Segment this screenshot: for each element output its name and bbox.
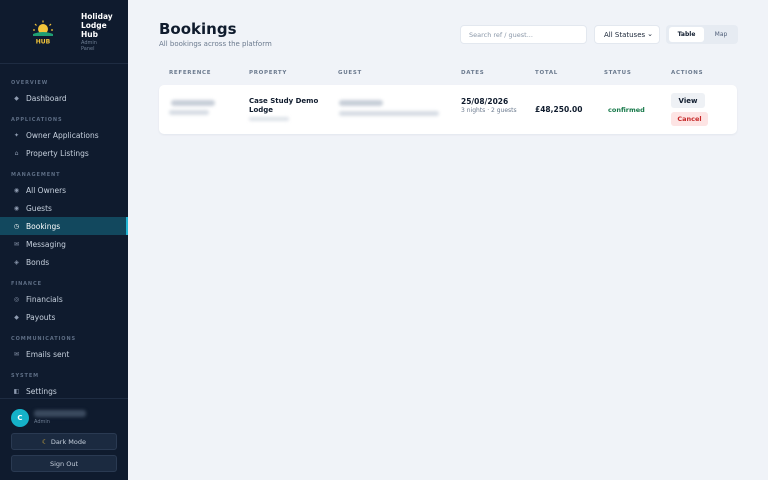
property-location-redacted <box>249 117 289 121</box>
sidebar-item-financials[interactable]: ◎ Financials <box>0 290 128 308</box>
sidebar-item-label: Bookings <box>26 221 61 231</box>
view-map-button[interactable]: Map <box>706 27 736 42</box>
sidebar-item-bookings[interactable]: ◷ Bookings <box>0 217 128 235</box>
sidebar-item-payouts[interactable]: ◆ Payouts <box>0 308 128 326</box>
status-filter-value: All Statuses <box>604 30 646 39</box>
column-header-dates: DATES <box>461 70 485 76</box>
sidebar-item-label: Guests <box>26 203 52 213</box>
sparkle-icon: ✦ <box>13 131 20 139</box>
dark-mode-label: Dark Mode <box>50 437 87 446</box>
clock-icon: ◷ <box>13 222 20 230</box>
diamond-icon: ◆ <box>14 313 19 321</box>
sidebar-item-label: Messaging <box>26 239 66 249</box>
diamond-icon: ◆ <box>14 94 19 102</box>
column-header-property: PROPERTY <box>249 70 288 76</box>
column-header-guest: GUEST <box>338 70 362 76</box>
booking-date-details: 3 nights · 2 guests <box>461 107 517 114</box>
brand-subtitle: Admin Panel <box>81 40 97 52</box>
booking-date: 25/08/2026 <box>461 97 509 106</box>
brand-header: HUB Holiday Lodge Hub Admin Panel <box>0 0 128 64</box>
section-label-overview: OVERVIEW <box>11 80 49 86</box>
target-icon: ◎ <box>13 295 20 303</box>
view-table-button[interactable]: Table <box>669 27 704 42</box>
reference-redacted <box>171 100 215 106</box>
table-row: Case Study Demo Lodge 25/08/2026 3 night… <box>159 85 737 134</box>
status-filter-select[interactable]: All Statuses ⌄ <box>594 25 660 44</box>
sidebar-item-property-listings[interactable]: ⌂ Property Listings <box>0 144 128 162</box>
column-header-actions: ACTIONS <box>671 70 704 76</box>
logo-text: HUB <box>36 39 51 46</box>
dark-mode-button[interactable]: ☾ Dark Mode <box>11 433 117 450</box>
section-label-applications: APPLICATIONS <box>11 117 63 123</box>
sidebar-item-label: Owner Applications <box>26 130 99 140</box>
sign-out-button[interactable]: Sign Out <box>11 455 117 472</box>
sidebar-item-emails-sent[interactable]: ✉ Emails sent <box>0 345 128 363</box>
brand-title: Holiday Lodge Hub <box>81 12 113 39</box>
panel-icon: ◧ <box>13 387 20 395</box>
view-button[interactable]: View <box>671 93 705 108</box>
mail-icon: ✉ <box>13 350 20 358</box>
chevron-down-icon: ⌄ <box>647 30 653 38</box>
sidebar: HUB Holiday Lodge Hub Admin Panel OVERVI… <box>0 0 128 480</box>
sidebar-item-dashboard[interactable]: ◆ Dashboard <box>0 89 128 107</box>
guest-email-redacted <box>339 111 439 116</box>
reference-secondary-redacted <box>169 110 209 115</box>
sidebar-item-guests[interactable]: ◉ Guests <box>0 199 128 217</box>
sidebar-item-label: Dashboard <box>26 93 67 103</box>
sidebar-item-owner-applications[interactable]: ✦ Owner Applications <box>0 126 128 144</box>
page-title: Bookings <box>159 20 237 38</box>
property-name: Case Study Demo Lodge <box>249 97 319 114</box>
user-name-redacted <box>34 410 86 417</box>
sidebar-item-label: Settings <box>26 386 57 396</box>
column-header-status: STATUS <box>604 70 632 76</box>
status-badge: confirmed <box>608 106 645 114</box>
booking-total: £48,250.00 <box>535 105 583 114</box>
sidebar-item-all-owners[interactable]: ◉ All Owners <box>0 181 128 199</box>
diamond-icon: ◈ <box>14 258 19 266</box>
section-label-communications: COMMUNICATIONS <box>11 336 77 342</box>
view-toggle: Table Map <box>666 25 738 44</box>
sidebar-item-label: Bonds <box>26 257 50 267</box>
column-header-total: TOTAL <box>535 70 559 76</box>
sidebar-item-label: Emails sent <box>26 349 70 359</box>
column-header-reference: REFERENCE <box>169 70 212 76</box>
section-label-management: MANAGEMENT <box>11 172 61 178</box>
brand-text: Holiday Lodge Hub Admin Panel <box>81 12 121 52</box>
sidebar-item-label: All Owners <box>26 185 67 195</box>
sidebar-item-bonds[interactable]: ◈ Bonds <box>0 253 128 271</box>
search-input[interactable] <box>460 25 587 44</box>
section-label-system: SYSTEM <box>11 373 40 379</box>
circle-icon: ◉ <box>13 204 20 212</box>
section-label-finance: FINANCE <box>11 281 42 287</box>
mail-icon: ✉ <box>13 240 20 248</box>
guest-name-redacted <box>339 100 383 106</box>
moon-icon: ☾ <box>41 437 48 446</box>
logo-icon: HUB <box>33 20 53 46</box>
user-panel: C Admin ☾ Dark Mode Sign Out <box>0 398 128 480</box>
sidebar-item-label: Payouts <box>26 312 56 322</box>
home-icon: ⌂ <box>14 149 19 157</box>
sidebar-item-messaging[interactable]: ✉ Messaging <box>0 235 128 253</box>
user-role: Admin <box>34 419 50 425</box>
sidebar-item-label: Financials <box>26 294 63 304</box>
page-subtitle: All bookings across the platform <box>159 40 272 48</box>
avatar: C <box>11 409 29 427</box>
cancel-button[interactable]: Cancel <box>671 112 708 126</box>
sidebar-item-label: Property Listings <box>26 148 89 158</box>
circle-icon: ◉ <box>13 186 20 194</box>
